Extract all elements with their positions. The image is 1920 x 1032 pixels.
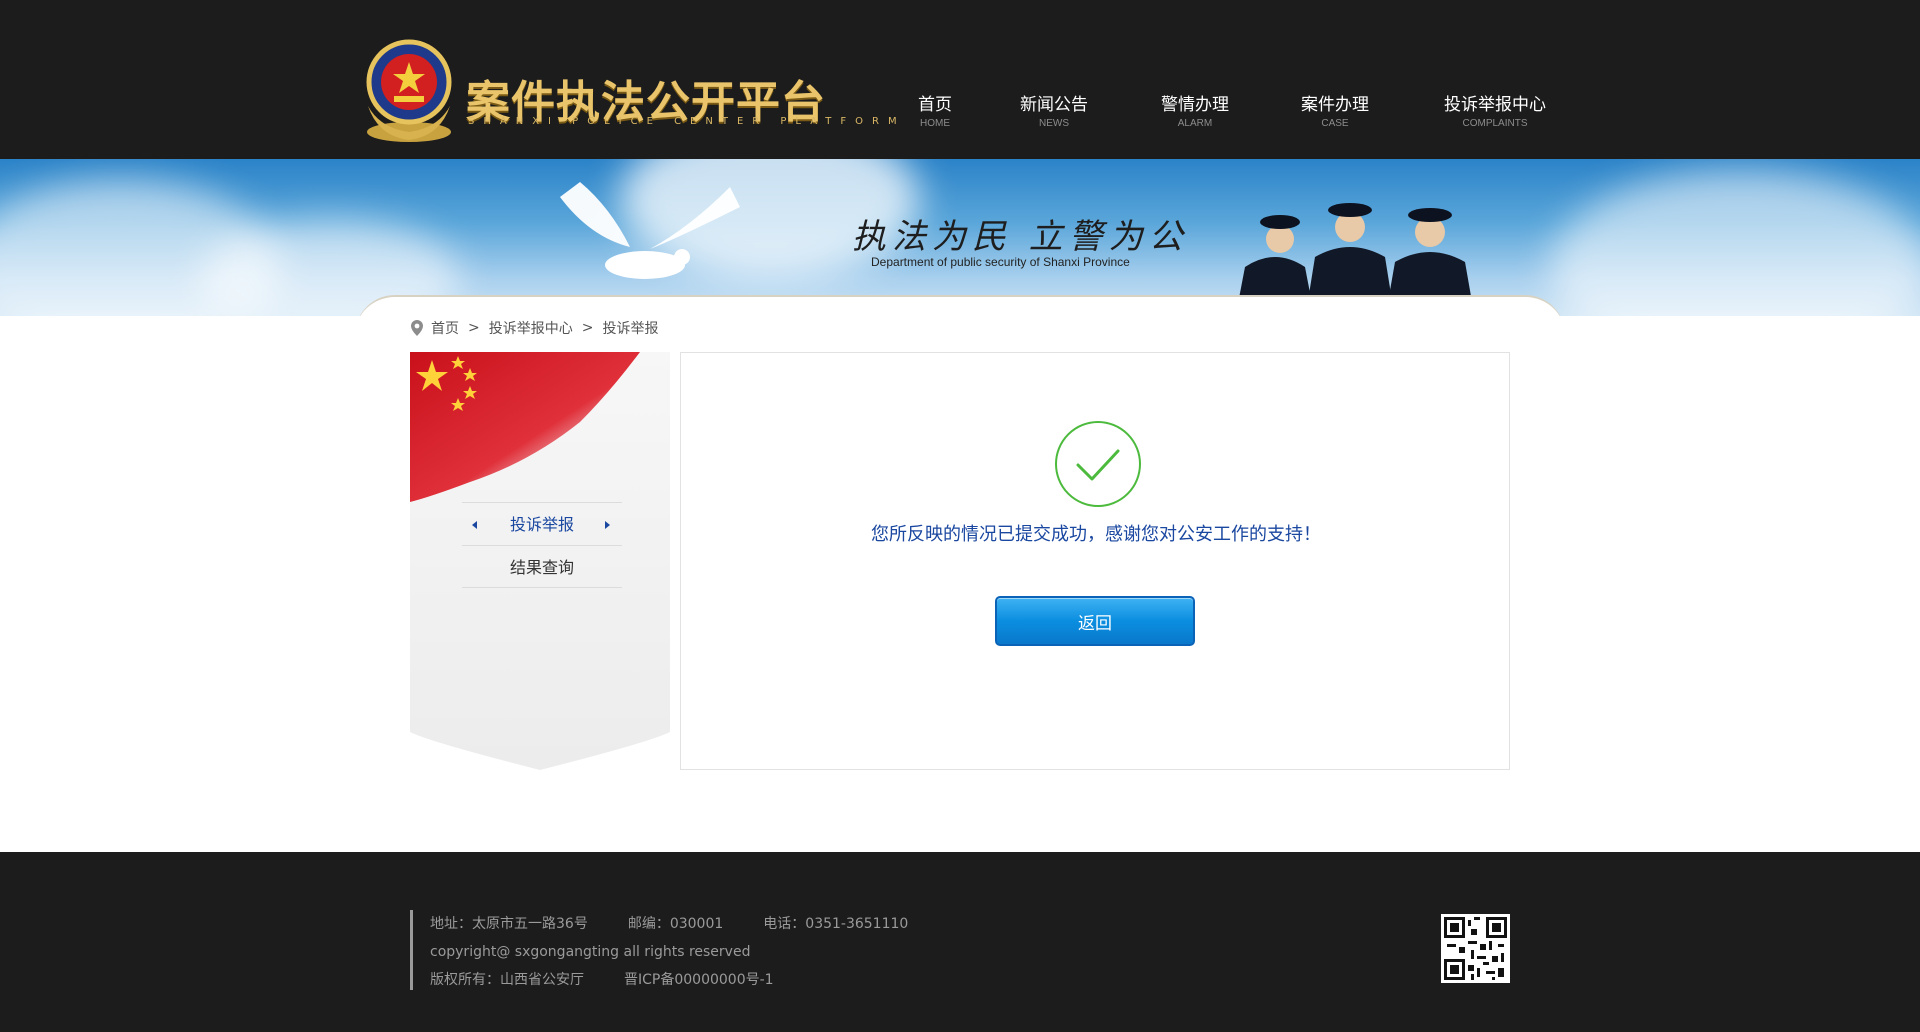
result-panel: 您所反映的情况已提交成功，感谢您对公安工作的支持！ 返回	[680, 352, 1510, 770]
footer-copyright: copyright@ sxgongangting all rights rese…	[430, 944, 751, 960]
main-nav: 首页 HOME 新闻公告 NEWS 警情办理 ALARM 案件办理 CASE 投…	[0, 90, 1920, 130]
nav-case-label: 案件办理	[1301, 95, 1369, 115]
breadcrumb: 首页 > 投诉举报中心 > 投诉举报	[409, 318, 658, 338]
nav-complaints-sublabel: COMPLAINTS	[1462, 118, 1528, 129]
nav-alarm-label: 警情办理	[1161, 95, 1229, 115]
dove-icon	[560, 182, 740, 279]
nav-home-sublabel: HOME	[920, 118, 950, 129]
nav-home-label: 首页	[918, 95, 952, 115]
site-header: 案件执法公开平台 SHANXI POLICE CENTER PLATFORM 首…	[0, 0, 1920, 159]
flag-image	[410, 352, 640, 502]
location-pin-icon	[411, 320, 423, 336]
nav-complaints-label: 投诉举报中心	[1444, 95, 1546, 115]
banner-slogan: 执法为民 立警为公	[852, 217, 1189, 257]
breadcrumb-separator: >	[581, 320, 594, 336]
nav-complaints[interactable]: 投诉举报中心 COMPLAINTS	[1443, 90, 1547, 129]
nav-case-sublabel: CASE	[1321, 118, 1349, 129]
side-menu: 投诉举报 结果查询	[462, 502, 622, 588]
breadcrumb-complaints-center[interactable]: 投诉举报中心	[489, 318, 573, 338]
footer-phone: 电话：0351-3651110	[763, 916, 909, 932]
nav-home[interactable]: 首页 HOME	[918, 90, 952, 129]
side-item-label: 结果查询	[509, 558, 574, 577]
sidebar: 投诉举报 结果查询	[410, 352, 670, 772]
arrow-left-icon	[472, 521, 477, 529]
footer-postcode: 邮编：030001	[627, 916, 724, 932]
nav-case[interactable]: 案件办理 CASE	[1300, 90, 1370, 129]
footer-contact-line: 地址：太原市五一路36号 邮编：030001 电话：0351-3651110	[430, 910, 908, 938]
check-circle-icon	[1055, 421, 1141, 507]
nav-news[interactable]: 新闻公告 NEWS	[1019, 90, 1089, 129]
breadcrumb-current: 投诉举报	[602, 321, 659, 337]
nav-alarm-sublabel: ALARM	[1177, 118, 1213, 129]
nav-news-sublabel: NEWS	[1039, 118, 1069, 129]
back-button[interactable]: 返回	[995, 596, 1195, 646]
footer-divider	[410, 910, 413, 990]
qr-code-icon	[1441, 914, 1510, 983]
banner-english: Department of public security of Shanxi …	[871, 255, 1130, 269]
breadcrumb-home[interactable]: 首页	[431, 318, 459, 338]
footer-icp[interactable]: 晋ICP备00000000号-1	[624, 972, 774, 988]
side-item-result-query[interactable]: 结果查询	[462, 545, 622, 588]
side-item-label: 投诉举报	[509, 515, 574, 534]
nav-alarm[interactable]: 警情办理 ALARM	[1160, 90, 1230, 129]
arrow-right-icon	[605, 521, 610, 529]
site-footer: 地址：太原市五一路36号 邮编：030001 电话：0351-3651110 cop…	[0, 852, 1920, 1032]
footer-owner-line: 版权所有：山西省公安厅 晋ICP备00000000号-1	[430, 966, 908, 994]
hero-banner: 执法为民 立警为公 Department of public security …	[0, 159, 1920, 319]
footer-owner: 版权所有：山西省公安厅	[430, 972, 584, 988]
side-item-complaint-report[interactable]: 投诉举报	[462, 502, 622, 545]
footer-address: 地址：太原市五一路36号	[430, 916, 588, 932]
success-message: 您所反映的情况已提交成功，感谢您对公安工作的支持！	[871, 524, 1321, 545]
nav-news-label: 新闻公告	[1020, 95, 1088, 115]
footer-info: 地址：太原市五一路36号 邮编：030001 电话：0351-3651110 cop…	[430, 910, 908, 994]
breadcrumb-separator: >	[468, 320, 480, 336]
